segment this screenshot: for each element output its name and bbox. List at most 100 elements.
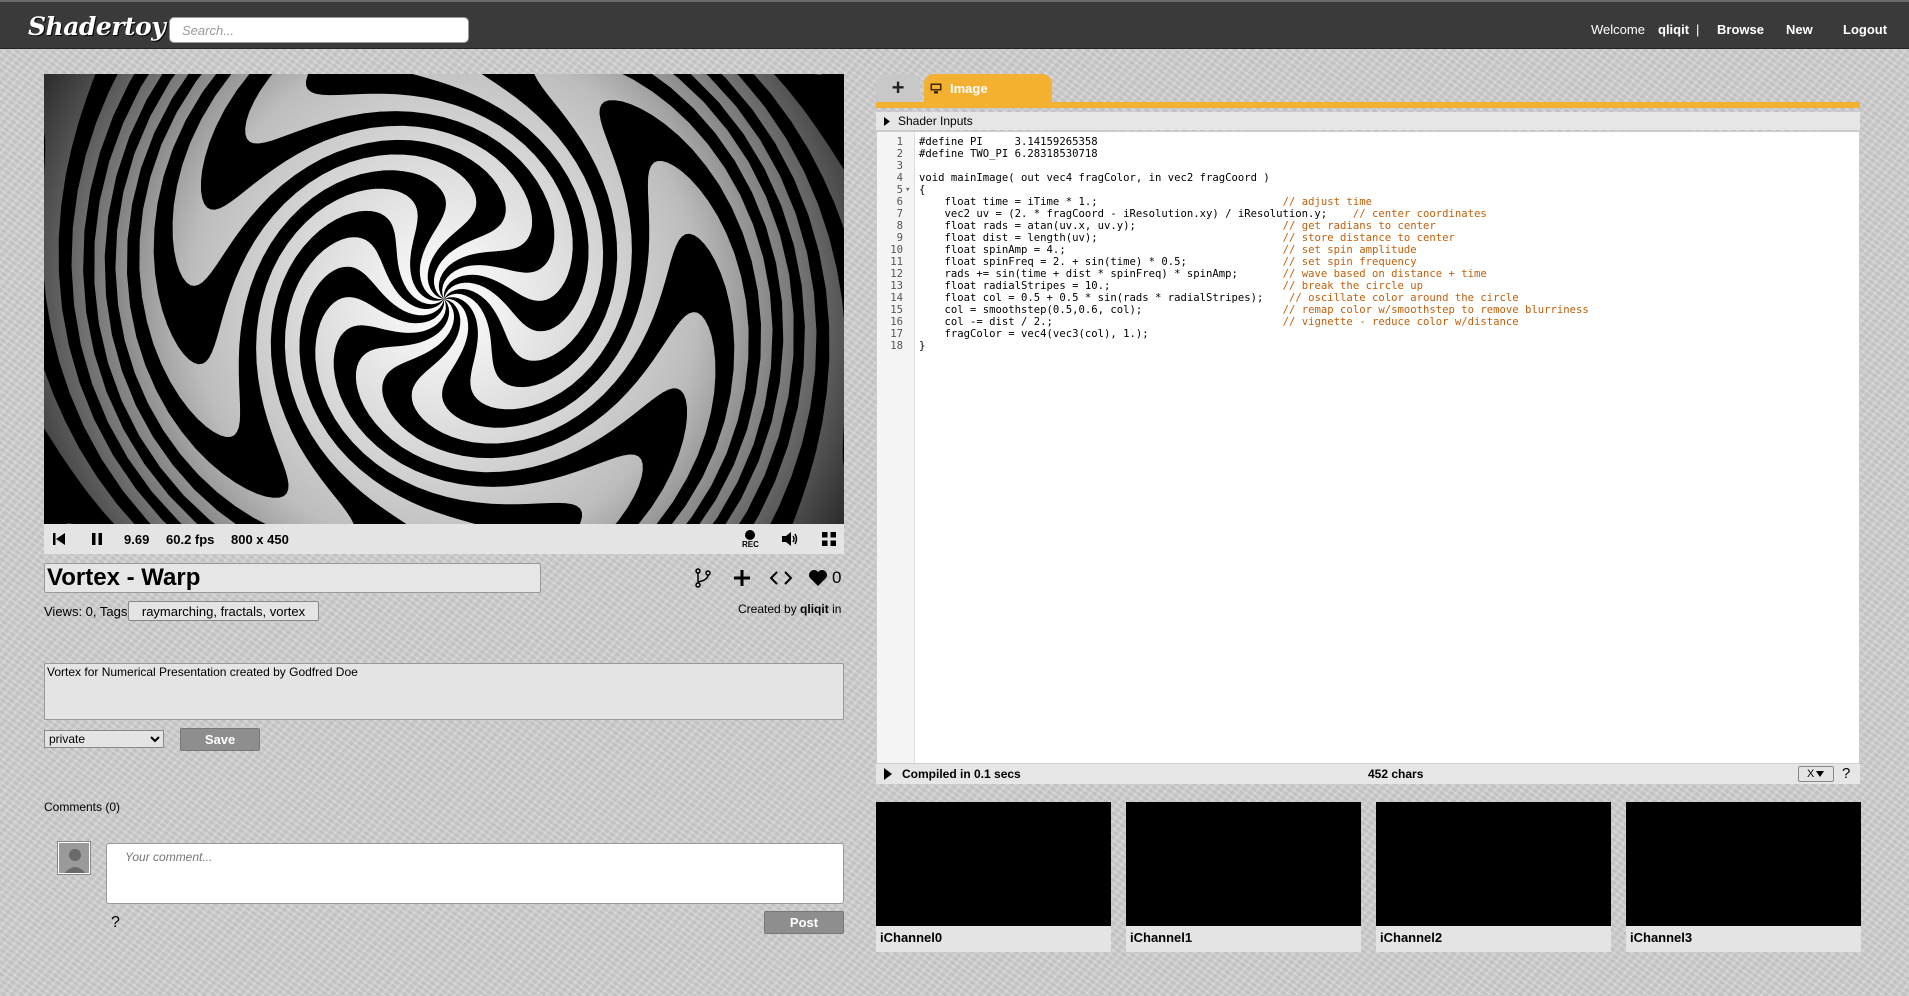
nav-separator: | bbox=[1696, 22, 1700, 37]
like-button[interactable]: 0 bbox=[808, 563, 841, 593]
tags-box[interactable]: raymarching, fractals, vortex bbox=[128, 601, 319, 621]
channel-label: iChannel3 bbox=[1630, 930, 1693, 945]
resolution-display: 800 x 450 bbox=[231, 531, 289, 547]
logout-link[interactable]: Logout bbox=[1843, 22, 1887, 37]
code-line[interactable]: 8 float rads = atan(uv.x, uv.y); // get r… bbox=[877, 220, 1859, 232]
code-text: float dist = length(uv); bbox=[919, 232, 1098, 244]
fps-display: 60.2 fps bbox=[166, 531, 215, 547]
channel-slot-0[interactable]: iChannel0 bbox=[876, 802, 1111, 952]
shader-canvas[interactable] bbox=[44, 74, 844, 524]
code-text: #define TWO_PI 6.28318530718 bbox=[919, 148, 1098, 160]
chevron-down-icon bbox=[1816, 771, 1825, 777]
code-text: { bbox=[919, 184, 926, 196]
code-comment: // adjust time bbox=[1282, 196, 1372, 208]
comment-help-icon[interactable]: ? bbox=[111, 914, 120, 932]
code-lines[interactable]: 1 #define PI 3.14159265358 2 #define TWO_PI… bbox=[877, 136, 1859, 352]
browse-link[interactable]: Browse bbox=[1717, 22, 1764, 37]
line-number: 2 bbox=[896, 148, 903, 160]
code-line[interactable]: 3 bbox=[877, 160, 1859, 172]
fold-arrow-icon[interactable]: ▾ bbox=[905, 184, 910, 196]
code-line[interactable]: 9 float dist = length(uv); // store dista… bbox=[877, 232, 1859, 244]
code-editor[interactable]: 1 #define PI 3.14159265358 2 #define TWO_PI… bbox=[876, 131, 1860, 764]
code-line[interactable]: 5 ▾ { bbox=[877, 184, 1859, 196]
code-text: float rads = atan(uv.x, uv.y); bbox=[919, 220, 1136, 232]
line-number: 15 bbox=[890, 304, 903, 316]
shader-description[interactable]: Vortex for Numerical Presentation create… bbox=[44, 663, 844, 720]
code-line[interactable]: 11 float spinFreq = 2. + sin(time) * 0.5… bbox=[877, 256, 1859, 268]
code-line[interactable]: 14 float col = 0.5 + 0.5 * sin(rads * ra… bbox=[877, 292, 1859, 304]
search-input[interactable] bbox=[169, 17, 469, 43]
created-suffix: in bbox=[832, 602, 842, 616]
add-tab-button[interactable]: + bbox=[876, 74, 920, 102]
record-button[interactable]: REC bbox=[742, 524, 759, 554]
channel-label: iChannel1 bbox=[1130, 930, 1193, 945]
channel-preview[interactable] bbox=[876, 802, 1111, 926]
rewind-icon[interactable] bbox=[52, 524, 66, 554]
new-link[interactable]: New bbox=[1786, 22, 1813, 37]
code-text: fragColor = vec4(vec3(col), 1.); bbox=[919, 328, 1149, 340]
vortex-render bbox=[44, 74, 844, 524]
code-comment: // vignette - reduce color w/distance bbox=[1282, 316, 1519, 328]
author-link[interactable]: qliqit bbox=[800, 602, 829, 616]
tab-image[interactable]: Image bbox=[924, 74, 1052, 102]
tab-image-label: Image bbox=[950, 80, 988, 96]
volume-icon[interactable] bbox=[781, 524, 799, 554]
code-line[interactable]: 6 float time = iTime * 1.; // adjust time bbox=[877, 196, 1859, 208]
code-comment: // set spin frequency bbox=[1282, 256, 1417, 268]
code-text: float col = 0.5 + 0.5 * sin(rads * radia… bbox=[919, 292, 1264, 304]
shader-title-input[interactable] bbox=[44, 563, 541, 593]
code-line[interactable]: 15 col = smoothstep(0.5,0.6, col); // rem… bbox=[877, 304, 1859, 316]
code-text: col = smoothstep(0.5,0.6, col); bbox=[919, 304, 1143, 316]
comment-input[interactable] bbox=[106, 843, 844, 904]
rec-label: REC bbox=[742, 539, 759, 549]
shadertoy-logo[interactable]: Shadertoy bbox=[28, 12, 166, 41]
char-count: 452 chars bbox=[1368, 767, 1424, 781]
play-arrow-icon[interactable] bbox=[884, 768, 892, 780]
channel-slot-3[interactable]: iChannel3 bbox=[1626, 802, 1861, 952]
line-number: 4 bbox=[896, 172, 903, 184]
code-line[interactable]: 2 #define TWO_PI 6.28318530718 bbox=[877, 148, 1859, 160]
channel-slot-2[interactable]: iChannel2 bbox=[1376, 802, 1611, 952]
code-line[interactable]: 17 fragColor = vec4(vec3(col), 1.); bbox=[877, 328, 1859, 340]
code-text: void mainImage( out vec4 fragColor, in v… bbox=[919, 172, 1270, 184]
username-link[interactable]: qliqit bbox=[1658, 22, 1689, 37]
fork-icon[interactable] bbox=[695, 563, 711, 593]
code-line[interactable]: 4 void mainImage( out vec4 fragColor, in … bbox=[877, 172, 1859, 184]
compile-status: Compiled in 0.1 secs bbox=[902, 767, 1021, 781]
code-text: float spinAmp = 4.; bbox=[919, 244, 1066, 256]
channel-preview[interactable] bbox=[1126, 802, 1361, 926]
line-number: 6 bbox=[896, 196, 903, 208]
channel-preview[interactable] bbox=[1626, 802, 1861, 926]
editor-help-icon[interactable]: ? bbox=[1842, 765, 1850, 782]
code-line[interactable]: 10 float spinAmp = 4.; // set spin amplit… bbox=[877, 244, 1859, 256]
code-text: } bbox=[919, 340, 926, 352]
code-line[interactable]: 7 vec2 uv = (2. * fragCoord - iResolutio… bbox=[877, 208, 1859, 220]
line-number: 10 bbox=[890, 244, 903, 256]
line-number: 1 bbox=[896, 136, 903, 148]
pause-icon[interactable] bbox=[91, 524, 103, 554]
line-number: 5 bbox=[896, 184, 903, 196]
channel-label: iChannel0 bbox=[880, 930, 943, 945]
privacy-select[interactable]: private bbox=[44, 730, 164, 748]
font-size-select[interactable]: X bbox=[1798, 766, 1834, 782]
code-line[interactable]: 18} bbox=[877, 340, 1859, 352]
add-to-playlist-icon[interactable] bbox=[733, 563, 751, 593]
channel-preview[interactable] bbox=[1376, 802, 1611, 926]
embed-code-icon[interactable] bbox=[770, 563, 792, 593]
code-text: float spinFreq = 2. + sin(time) * 0.5; bbox=[919, 256, 1187, 268]
code-comment: // center coordinates bbox=[1352, 208, 1487, 220]
expand-arrow-icon bbox=[884, 116, 890, 126]
post-button[interactable]: Post bbox=[764, 911, 844, 934]
code-line[interactable]: 1 #define PI 3.14159265358 bbox=[877, 136, 1859, 148]
shader-inputs-toggle[interactable]: Shader Inputs bbox=[876, 112, 1860, 130]
time-display: 9.69 bbox=[124, 531, 150, 547]
code-comment: // store distance to center bbox=[1282, 232, 1455, 244]
font-size-value: X bbox=[1807, 768, 1815, 780]
channel-slot-1[interactable]: iChannel1 bbox=[1126, 802, 1361, 952]
code-line[interactable]: 13 float radialStripes = 10.; // break th… bbox=[877, 280, 1859, 292]
avatar bbox=[58, 842, 90, 874]
code-line[interactable]: 16 col -= dist / 2.; // vignette - reduce… bbox=[877, 316, 1859, 328]
save-button[interactable]: Save bbox=[180, 728, 260, 751]
fullscreen-icon[interactable] bbox=[822, 524, 836, 554]
code-line[interactable]: 12 rads += sin(time + dist * spinFreq) *… bbox=[877, 268, 1859, 280]
